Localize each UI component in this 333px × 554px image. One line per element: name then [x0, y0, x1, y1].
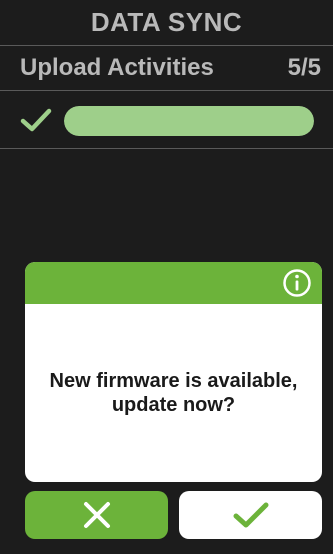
close-icon: [83, 502, 110, 528]
info-icon: [283, 269, 311, 297]
confirm-button[interactable]: [179, 491, 322, 539]
upload-progress-bar: [64, 106, 314, 136]
page-title: DATA SYNC: [90, 7, 243, 37]
upload-counter: 5/5: [287, 54, 321, 81]
cancel-button[interactable]: [25, 491, 168, 539]
upload-progress-fill: [64, 106, 314, 136]
data-sync-screen: DATA SYNC Upload Activities 5/5 New firm…: [0, 0, 333, 554]
check-icon: [233, 502, 268, 528]
dialog-message-text: New firmware is available, update now?: [49, 370, 298, 416]
upload-progress-row: [0, 92, 333, 149]
upload-activities-label: Upload Activities: [20, 54, 214, 81]
dialog-header: [25, 262, 322, 304]
dialog-message: New firmware is available, update now?: [25, 304, 322, 482]
check-icon: [20, 108, 52, 132]
firmware-update-dialog: New firmware is available, update now?: [25, 262, 322, 482]
page-header: DATA SYNC: [0, 0, 333, 46]
upload-activities-row: Upload Activities 5/5: [0, 46, 333, 91]
